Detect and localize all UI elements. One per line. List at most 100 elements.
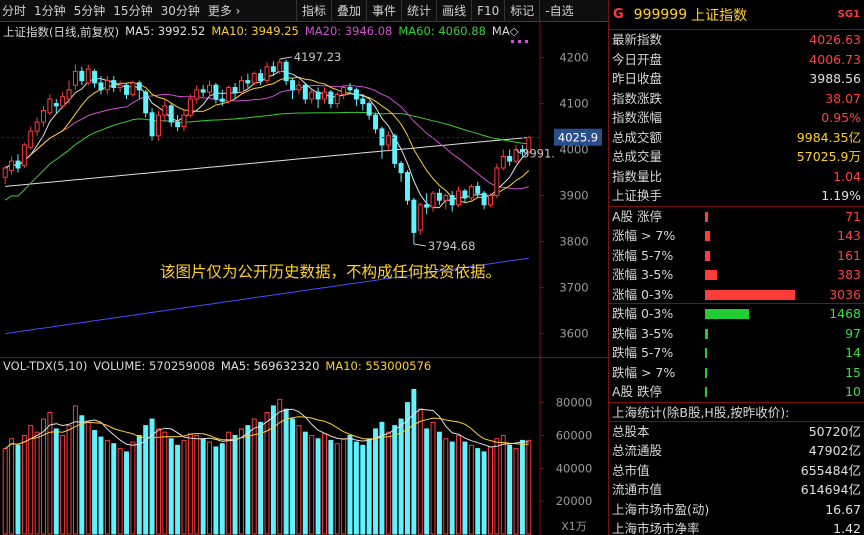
candle-body [219,98,225,102]
quote-row-label: 上证换手 [612,188,663,203]
tool-button[interactable]: F10 [471,0,504,22]
candle-body [328,91,334,105]
volume-bar [79,415,85,535]
stats-title: 上海统计(除B股,H股,按昨收价): [609,401,864,422]
candle-body [92,70,98,84]
stats-row-value: 50720亿 [808,423,861,439]
volume-bar [494,438,500,535]
ma-settings-icon[interactable]: MA◇ [492,24,519,40]
breadth-row-bar [705,387,707,397]
period-tab[interactable]: 30分钟 [157,0,204,22]
volume-bar [373,428,379,535]
volume-bar [296,425,302,535]
candle-body [47,98,53,114]
volume-bar [315,438,321,535]
period-tab[interactable]: 分时 [0,0,30,22]
tool-button[interactable]: 标记 [504,0,539,22]
panel-header: G 999999 上证指数 SG1 [609,0,864,30]
volume-bar [449,441,455,535]
breadth-row: 涨幅 0-3% 3036 [609,285,864,304]
quote-section: 最新指数 4026.63 今日开盘 4006.73 昨日收盘 3988.56 指数涨跌 38.… [609,30,864,206]
period-tab[interactable]: 15分钟 [109,0,156,22]
vol-ma10-label: MA10: 553000576 [325,359,432,373]
volume-bar [175,444,181,535]
quote-row-value: 57025.9万 [796,149,861,164]
volume-bar [290,418,296,535]
group-badge[interactable]: G [613,7,624,22]
candle-body [21,144,27,167]
volume-bar [488,446,493,535]
vol-title: VOL-TDX(5,10) [3,359,88,373]
candle-body [353,89,359,100]
current-price-label: 4025.9 [558,131,598,145]
volume-bar [436,431,442,535]
breadth-row-value: 3036 [829,286,861,302]
volume-bar [85,421,91,535]
volume-bar [443,438,449,535]
candle-body [41,110,46,123]
volume-tick-label: 60000 [556,428,593,442]
tool-button[interactable]: -自选 [539,0,578,22]
quote-row: 昨日收盘 3988.56 [609,69,864,89]
volume-bar [124,451,129,535]
period-tab[interactable]: 5分钟 [70,0,110,22]
kline-chart[interactable]: 4200 4100 4000 3900 3800 3700 3600 4197.23 3794.… [0,22,608,357]
candle-body [385,135,391,146]
tool-button[interactable]: 事件 [366,0,401,22]
volume-bar [213,446,219,535]
volume-bar [507,444,513,535]
stats-row-value: 655484亿 [800,462,861,478]
stats-row: 上海市场市净率 1.42 [609,519,864,535]
volume-bar [500,434,506,535]
volume-bar [21,434,27,535]
breadth-row-label: 涨幅 5-7% [612,247,674,263]
stats-row-value: 47902亿 [808,443,861,458]
volume-bar [232,434,238,535]
breadth-row-bar [705,309,749,319]
volume-bar [405,402,410,535]
volume-bar [334,443,340,535]
candle-body [175,121,181,128]
period-tab[interactable]: 1分钟 [30,0,70,22]
candle-body [398,162,404,174]
tool-button[interactable]: 统计 [401,0,436,22]
index-code: 999999 [633,6,688,23]
candle-body [245,80,251,84]
volume-bar [347,434,353,535]
tool-buttons: 指标 叠加 事件 统计 画线 F10 标记 -自选 [296,0,579,22]
breadth-row-bar [705,270,717,280]
volume-bar [430,421,436,535]
volume-bar [283,408,289,535]
volume-bar [341,438,347,535]
candle-body [321,91,327,100]
quote-row-value: 1.04 [833,168,861,184]
tool-button[interactable]: 指标 [296,0,331,22]
quote-panel: G 999999 上证指数 SG1 最新指数 4026.63 今日开盘 4006.73… [608,0,864,535]
breadth-row: 跌幅 3-5% 97 [609,324,864,344]
volume-bar [270,405,276,535]
volume-bar [258,421,264,535]
tool-button[interactable]: 叠加 [331,0,366,22]
tool-button[interactable]: 画线 [436,0,471,22]
candle-body [251,73,257,84]
candle-body [143,91,149,114]
low-marker [413,243,426,247]
breadth-row-label: A股 跌停 [612,384,663,399]
volume-bar [519,439,525,535]
quote-row: 今日开盘 4006.73 [609,50,864,70]
breadth-row: 涨幅 3-5% 383 [609,265,864,285]
volume-bar [111,443,117,535]
volume-bar [168,438,174,535]
volume-chart[interactable]: 80000 60000 40000 20000 X1万 VOL-TDX(5,10) VO… [0,357,608,535]
candle-body [443,195,449,201]
candle-body [98,82,104,91]
period-tab[interactable]: 更多 › [204,0,245,22]
last-label: 3991. [522,147,555,161]
quote-row-value: 4026.63 [809,32,861,47]
breadth-row: A股 涨停 71 [609,207,864,227]
volume-bar [226,431,232,535]
volume-bar [462,441,468,535]
sg-badge[interactable]: SG1 [838,9,860,20]
kline-title: 上证指数(日线,前复权) [3,25,120,39]
volume-bar [207,441,213,535]
